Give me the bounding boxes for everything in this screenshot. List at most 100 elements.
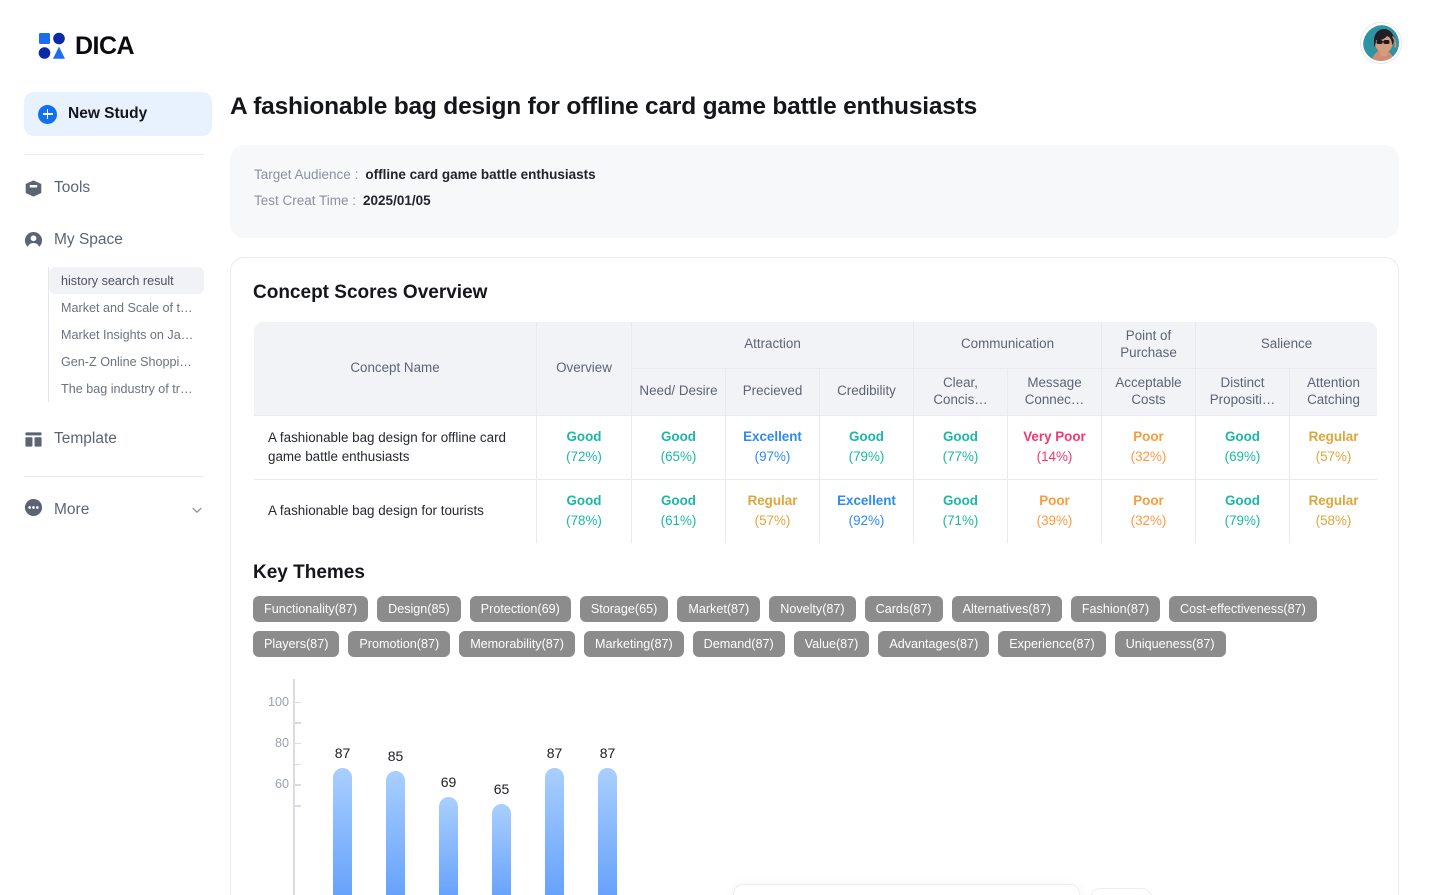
rating-pct: (58%) xyxy=(1315,513,1352,529)
rating-label: Good xyxy=(566,428,602,444)
cell-score: Good (71%) xyxy=(913,479,1008,543)
new-study-button[interactable]: New Study xyxy=(24,92,212,136)
rating-label: Very Poor xyxy=(1023,428,1086,444)
cell-score: Regular (57%) xyxy=(1289,415,1377,480)
sublist-item-1[interactable]: Market and Scale of t… xyxy=(49,294,204,321)
avatar[interactable] xyxy=(1361,23,1401,63)
chart-tick-mark xyxy=(293,784,301,786)
logo-text: DICA xyxy=(75,31,135,60)
theme-chip[interactable]: Demand(87) xyxy=(692,630,785,657)
theme-chip[interactable]: Novelty(87) xyxy=(769,595,856,622)
chart-bar-value-label: 65 xyxy=(493,780,510,797)
sidebar-item-tools[interactable]: Tools xyxy=(0,169,228,207)
chart-tick-mark xyxy=(293,805,301,807)
theme-chip[interactable]: Storage(65) xyxy=(579,595,669,622)
chart-bar[interactable] xyxy=(333,768,352,895)
plus-icon xyxy=(38,104,57,124)
sublist-item-3[interactable]: Gen-Z Online Shoppi… xyxy=(49,348,204,375)
th-sub-0: Need/ Desire xyxy=(631,368,726,416)
rating-pct: (39%) xyxy=(1036,513,1073,529)
chart-bar[interactable] xyxy=(545,768,564,895)
table-row[interactable]: A fashionable bag design for offline car… xyxy=(254,415,1377,480)
theme-chip[interactable]: Value(87) xyxy=(793,630,870,657)
page-title: A fashionable bag design for offline car… xyxy=(230,93,978,120)
theme-chip[interactable]: Players(87) xyxy=(253,630,340,657)
rating-pct: (72%) xyxy=(566,449,602,465)
cell-concept-name: A fashionable bag design for tourists xyxy=(254,479,537,543)
sidebar-item-my-space[interactable]: My Space xyxy=(0,221,228,259)
rating-label: Good xyxy=(943,492,978,508)
chart-tooltip-card-secondary xyxy=(1090,888,1152,895)
sidebar-item-more[interactable]: More xyxy=(0,491,228,529)
th-sub-2: Credibility xyxy=(819,368,914,416)
rating-pct: (97%) xyxy=(754,449,791,465)
sublist-item-0[interactable]: history search result xyxy=(49,267,204,294)
rating-label: Good xyxy=(849,428,884,444)
chart-tick-mark xyxy=(293,701,301,704)
theme-chip[interactable]: Alternatives(87) xyxy=(951,595,1062,622)
chart-bar[interactable] xyxy=(439,797,458,895)
rating-pct: (79%) xyxy=(848,449,885,465)
app-root: DICA New Study Tools My Space history se… xyxy=(0,0,1436,895)
th-sub-4: Message Connec… xyxy=(1007,368,1102,416)
chart-y-tick-label: 80 xyxy=(274,735,289,750)
chart-bar[interactable] xyxy=(386,771,405,895)
chevron-down-icon[interactable] xyxy=(190,503,204,517)
chart-bar-value-label: 69 xyxy=(440,774,457,791)
rating-pct: (57%) xyxy=(754,513,791,529)
theme-chip[interactable]: Experience(87) xyxy=(998,630,1106,657)
chart-y-axis xyxy=(293,678,295,895)
meta-value: 2025/01/05 xyxy=(363,193,431,208)
theme-chip[interactable]: Market(87) xyxy=(677,595,761,622)
cell-score: Good (78%) xyxy=(536,479,632,543)
theme-chip[interactable]: Uniqueness(87) xyxy=(1114,630,1226,657)
chart-bar[interactable] xyxy=(492,803,511,895)
cell-score: Poor (32%) xyxy=(1101,415,1196,480)
chart-bar-value-label: 87 xyxy=(546,745,563,762)
theme-chip[interactable]: Functionality(87) xyxy=(253,595,369,622)
chart-y-tick-label: 60 xyxy=(274,777,289,792)
th-sub-6: Distinct Propositi… xyxy=(1195,368,1290,416)
rating-pct: (69%) xyxy=(1224,449,1261,465)
chart-y-axis-labels: 60 80 100 xyxy=(253,679,289,895)
table-body: A fashionable bag design for offline car… xyxy=(254,415,1377,543)
concept-scores-table: Concept Name Overview Attraction Communi… xyxy=(253,321,1378,544)
rating-label: Regular xyxy=(747,492,798,508)
section-title-concept-scores: Concept Scores Overview xyxy=(253,282,488,303)
logo[interactable]: DICA xyxy=(0,0,228,66)
cell-score: Good (79%) xyxy=(819,415,914,480)
theme-chip[interactable]: Advantages(87) xyxy=(878,630,990,657)
theme-chip[interactable]: Memorability(87) xyxy=(459,630,575,657)
section-title-key-themes: Key Themes xyxy=(253,561,365,583)
chart-bar[interactable] xyxy=(598,768,617,895)
key-themes-chip-list: Functionality(87) Design(85) Protection(69… xyxy=(253,595,1363,657)
theme-chip[interactable]: Promotion(87) xyxy=(348,630,451,657)
cell-score: Good (61%) xyxy=(631,479,726,543)
rating-label: Regular xyxy=(1308,428,1359,444)
cell-score: Good (65%) xyxy=(631,415,726,480)
rating-label: Good xyxy=(1225,428,1260,444)
cell-score: Good (79%) xyxy=(1195,479,1290,543)
study-meta-card: Target Audience : offline card game batt… xyxy=(230,145,1399,238)
theme-chip[interactable]: Design(85) xyxy=(377,595,461,622)
rating-pct: (32%) xyxy=(1130,449,1167,465)
theme-chip[interactable]: Cards(87) xyxy=(864,595,943,622)
sublist-item-2[interactable]: Market Insights on Ja… xyxy=(49,321,204,348)
rating-label: Good xyxy=(661,492,696,508)
theme-chip[interactable]: Protection(69) xyxy=(469,595,571,622)
layout-icon xyxy=(24,430,43,449)
meta-row-test-creat-time: Test Creat Time : 2025/01/05 xyxy=(254,193,1399,208)
sidebar-item-template[interactable]: Template xyxy=(0,420,228,458)
rating-label: Poor xyxy=(1133,428,1164,444)
sublist-item-4[interactable]: The bag industry of tr… xyxy=(49,375,204,402)
table-row[interactable]: A fashionable bag design for tourists Go… xyxy=(254,479,1377,543)
rating-pct: (61%) xyxy=(660,513,697,529)
rating-label: Good xyxy=(943,428,978,444)
theme-chip[interactable]: Marketing(87) xyxy=(583,630,684,657)
chart-tick-mark xyxy=(293,742,301,745)
theme-chip[interactable]: Fashion(87) xyxy=(1070,595,1161,622)
chart-y-tick-label: 100 xyxy=(267,694,289,709)
theme-chip[interactable]: Cost-effectiveness(87) xyxy=(1169,595,1317,622)
rating-label: Excellent xyxy=(837,492,896,508)
chart-tick-mark xyxy=(293,722,301,724)
